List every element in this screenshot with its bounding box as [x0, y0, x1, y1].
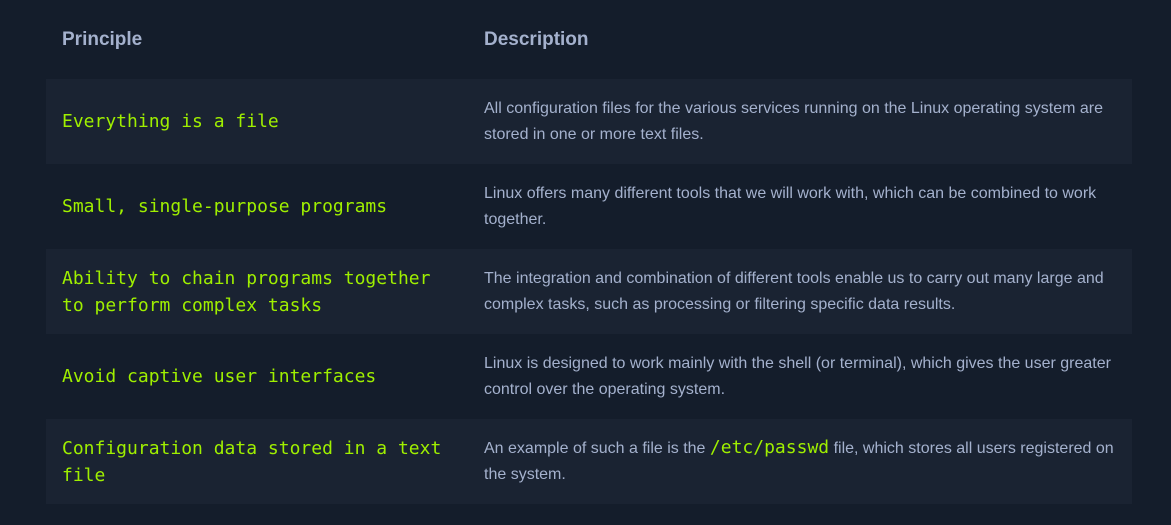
description-cell: An example of such a file is the /etc/pa… [468, 435, 1132, 488]
table-row: Everything is a file All configuration f… [46, 79, 1132, 164]
table-row: Small, single-purpose programs Linux off… [46, 164, 1132, 249]
inline-code-path: /etc/passwd [709, 437, 830, 458]
description-cell: Linux is designed to work mainly with th… [484, 354, 1111, 398]
table-row: Configuration data stored in a text file… [46, 419, 1132, 504]
header-principle: Principle [62, 28, 143, 50]
principle-cell: Everything is a file [62, 111, 279, 132]
principle-cell: Configuration data stored in a text file [62, 437, 442, 486]
table-row: Avoid captive user interfaces Linux is d… [46, 334, 1132, 419]
description-text: An example of such a file is the [484, 440, 710, 457]
table-header: Principle Description [46, 0, 1132, 79]
principle-cell: Small, single-purpose programs [62, 196, 388, 217]
header-description: Description [484, 28, 589, 50]
principles-table: Principle Description Everything is a fi… [46, 0, 1132, 504]
principle-cell: Avoid captive user interfaces [62, 366, 377, 387]
principle-cell: Ability to chain programs together to pe… [62, 267, 431, 316]
description-cell: The integration and combination of diffe… [484, 269, 1104, 313]
description-cell: All configuration files for the various … [484, 99, 1103, 143]
description-cell: Linux offers many different tools that w… [484, 184, 1097, 228]
table-row: Ability to chain programs together to pe… [46, 249, 1132, 334]
